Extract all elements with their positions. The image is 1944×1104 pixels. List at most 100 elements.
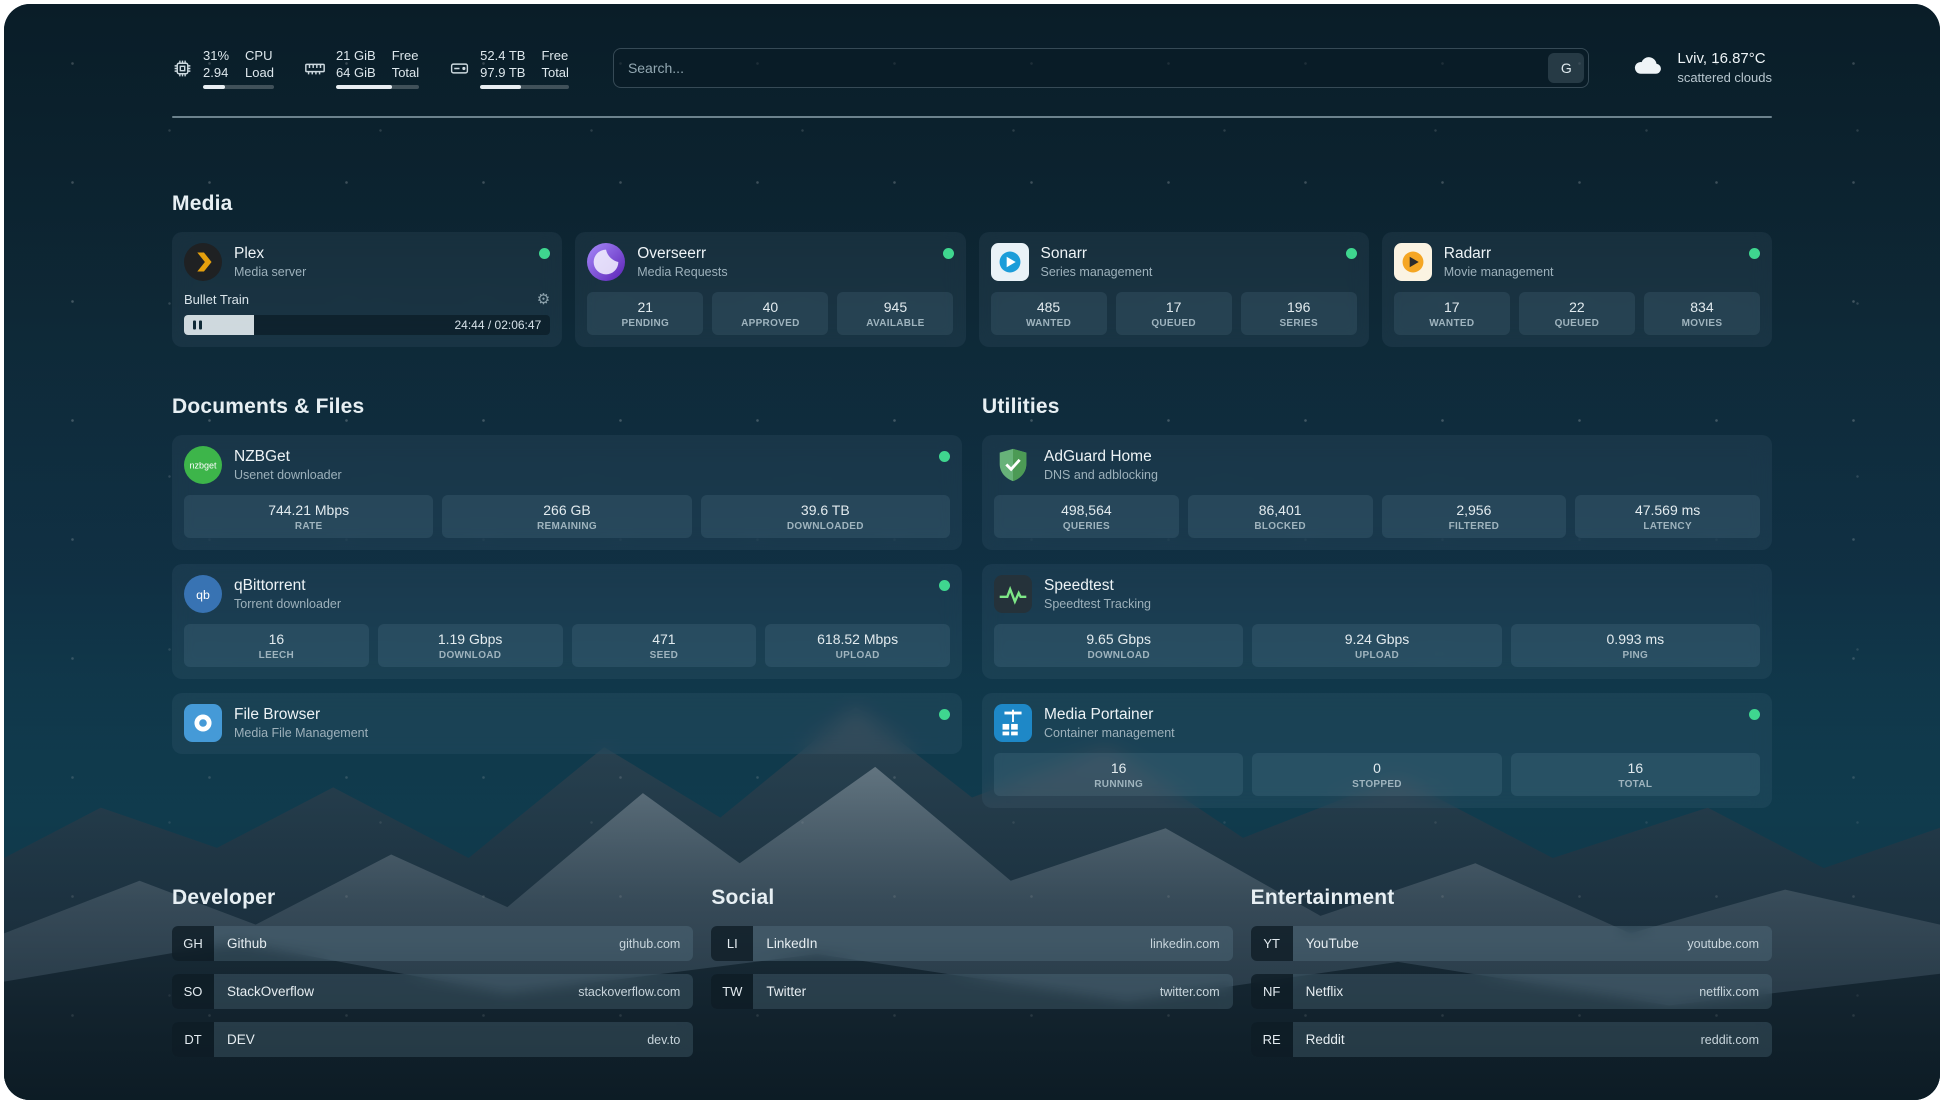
- service-description: Movie management: [1444, 265, 1554, 279]
- service-card-nzbget[interactable]: nzbget NZBGet Usenet downloader 744.21 M…: [172, 435, 962, 550]
- stat-pending: 21 PENDING: [587, 292, 703, 335]
- bookmark-href: github.com: [619, 926, 693, 961]
- stat-latency: 47.569 ms LATENCY: [1575, 495, 1760, 538]
- filebrowser-icon: [184, 704, 222, 742]
- bookmark-href: dev.to: [647, 1022, 693, 1057]
- weather-location: Lviv, 16.87°C: [1677, 49, 1772, 69]
- bookmark-stackoverflow[interactable]: SO StackOverflow stackoverflow.com: [172, 974, 693, 1009]
- bookmark-name: Github: [214, 926, 619, 961]
- stat-download: 9.65 Gbps DOWNLOAD: [994, 624, 1243, 667]
- bookmark-href: youtube.com: [1687, 926, 1772, 961]
- overseerr-icon: [587, 243, 625, 281]
- plex-icon: [184, 243, 222, 281]
- service-card-filebrowser[interactable]: File Browser Media File Management: [172, 693, 962, 754]
- section-title-documents: Documents & Files: [172, 395, 962, 419]
- cpu-load: 2.94: [203, 64, 229, 81]
- header-divider: [172, 116, 1772, 118]
- cpu-icon: [172, 58, 193, 79]
- service-description: DNS and adblocking: [1044, 468, 1158, 482]
- disk-free-label: Free: [541, 47, 568, 64]
- cloud-icon: [1629, 50, 1665, 85]
- bookmark-twitter[interactable]: TW Twitter twitter.com: [711, 974, 1232, 1009]
- pause-icon[interactable]: [191, 321, 203, 330]
- disk-free: 52.4 TB: [480, 47, 525, 64]
- bookmark-github[interactable]: GH Github github.com: [172, 926, 693, 961]
- bookmark-netflix[interactable]: NF Netflix netflix.com: [1251, 974, 1772, 1009]
- memory-total-label: Total: [392, 64, 419, 81]
- search-bar[interactable]: G: [613, 48, 1589, 88]
- playback-progress-bar[interactable]: 24:44 / 02:06:47: [184, 315, 550, 335]
- radarr-icon: [1394, 243, 1432, 281]
- stat-total: 16 TOTAL: [1511, 753, 1760, 796]
- cpu-load-label: Load: [245, 64, 274, 81]
- search-provider-button[interactable]: G: [1548, 53, 1584, 83]
- memory-free: 21 GiB: [336, 47, 376, 64]
- stat-series: 196 SERIES: [1241, 292, 1357, 335]
- bookmark-reddit[interactable]: RE Reddit reddit.com: [1251, 1022, 1772, 1057]
- service-card-adguard[interactable]: AdGuard Home DNS and adblocking 498,564 …: [982, 435, 1772, 550]
- bookmarks-social: Social LI LinkedIn linkedin.com TW Twitt…: [711, 886, 1232, 1070]
- service-card-portainer[interactable]: Media Portainer Container management 16 …: [982, 693, 1772, 808]
- stat-blocked: 86,401 BLOCKED: [1188, 495, 1373, 538]
- svg-text:qb: qb: [196, 588, 210, 602]
- stat-queries: 498,564 QUERIES: [994, 495, 1179, 538]
- service-description: Media server: [234, 265, 306, 279]
- status-dot: [939, 580, 950, 591]
- disk-total: 97.9 TB: [480, 64, 525, 81]
- stat-wanted: 485 WANTED: [991, 292, 1107, 335]
- sonarr-icon: [991, 243, 1029, 281]
- bookmarks-developer: Developer GH Github github.com SO StackO…: [172, 886, 693, 1070]
- stat-movies: 834 MOVIES: [1644, 292, 1760, 335]
- service-card-radarr[interactable]: Radarr Movie management 17 WANTED 22 QUE…: [1382, 232, 1772, 347]
- service-description: Media Requests: [637, 265, 727, 279]
- service-description: Series management: [1041, 265, 1153, 279]
- bookmark-abbr: TW: [711, 974, 753, 1009]
- bookmark-dev[interactable]: DT DEV dev.to: [172, 1022, 693, 1057]
- stat-downloaded: 39.6 TB DOWNLOADED: [701, 495, 950, 538]
- stat-wanted: 17 WANTED: [1394, 292, 1510, 335]
- bookmark-youtube[interactable]: YT YouTube youtube.com: [1251, 926, 1772, 961]
- service-name: AdGuard Home: [1044, 448, 1158, 466]
- service-card-overseerr[interactable]: Overseerr Media Requests 21 PENDING 40 A…: [575, 232, 965, 347]
- status-dot: [939, 451, 950, 462]
- stat-seed: 471 SEED: [572, 624, 757, 667]
- bookmark-name: Reddit: [1293, 1022, 1701, 1057]
- bookmark-name: StackOverflow: [214, 974, 578, 1009]
- cpu-percent: 31%: [203, 47, 229, 64]
- bookmark-href: twitter.com: [1160, 974, 1233, 1009]
- service-name: Radarr: [1444, 245, 1554, 263]
- service-name: Speedtest: [1044, 577, 1151, 595]
- section-title-utilities: Utilities: [982, 395, 1772, 419]
- service-card-sonarr[interactable]: Sonarr Series management 485 WANTED 17 Q…: [979, 232, 1369, 347]
- speedtest-icon: [994, 575, 1032, 613]
- status-dot: [939, 709, 950, 720]
- stat-running: 16 RUNNING: [994, 753, 1243, 796]
- qbittorrent-icon: qb: [184, 575, 222, 613]
- service-description: Speedtest Tracking: [1044, 597, 1151, 611]
- bookmark-abbr: NF: [1251, 974, 1293, 1009]
- stat-filtered: 2,956 FILTERED: [1382, 495, 1567, 538]
- bookmarks-title-developer: Developer: [172, 886, 693, 910]
- stat-leech: 16 LEECH: [184, 624, 369, 667]
- now-playing-title: Bullet Train: [184, 292, 249, 307]
- service-name: Sonarr: [1041, 245, 1153, 263]
- service-card-speedtest[interactable]: Speedtest Speedtest Tracking 9.65 Gbps D…: [982, 564, 1772, 679]
- service-card-plex[interactable]: Plex Media server Bullet Train ⚙: [172, 232, 562, 347]
- bookmark-href: reddit.com: [1701, 1022, 1772, 1057]
- bookmark-linkedin[interactable]: LI LinkedIn linkedin.com: [711, 926, 1232, 961]
- stat-upload: 618.52 Mbps UPLOAD: [765, 624, 950, 667]
- service-name: NZBGet: [234, 448, 342, 466]
- status-dot: [1346, 248, 1357, 259]
- section-documents: Documents & Files nzbget NZBGet Usenet d…: [172, 395, 962, 822]
- gear-icon[interactable]: ⚙: [537, 290, 550, 308]
- disk-total-label: Total: [541, 64, 568, 81]
- stat-available: 945 AVAILABLE: [837, 292, 953, 335]
- memory-widget: 21 GiB Free 64 GiB Total: [304, 47, 419, 89]
- search-input[interactable]: [613, 48, 1589, 88]
- service-card-qbittorrent[interactable]: qb qBittorrent Torrent downloader 16 LEE…: [172, 564, 962, 679]
- status-dot: [943, 248, 954, 259]
- service-name: Media Portainer: [1044, 706, 1175, 724]
- bookmark-href: netflix.com: [1699, 974, 1772, 1009]
- bookmark-name: DEV: [214, 1022, 647, 1057]
- stat-queued: 17 QUEUED: [1116, 292, 1232, 335]
